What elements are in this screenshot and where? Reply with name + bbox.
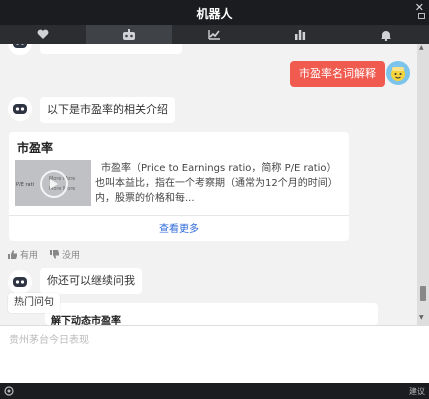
card-title: 市盈率 (17, 141, 54, 155)
useful-label: 有用 (20, 251, 39, 261)
thumbs-up-icon (8, 250, 17, 259)
bar-chart-icon (295, 30, 306, 40)
scrollbar-thumb[interactable] (420, 286, 426, 301)
previous-message-bubble (40, 44, 182, 54)
scrollbar[interactable]: ▲ ▼ (417, 44, 429, 325)
useless-label: 没用 (62, 251, 81, 261)
tab-trend[interactable] (172, 25, 258, 44)
message-input-area[interactable]: 贵州茅台今日表现 (0, 325, 429, 383)
bot-intro-bubble: 以下是市盈率的相关介绍 (40, 97, 175, 123)
robot-icon (13, 44, 27, 48)
scroll-up-icon[interactable]: ▲ (419, 44, 424, 51)
video-thumbnail[interactable]: P/E rati More More More More (15, 160, 91, 206)
minimize-icon[interactable] (418, 13, 425, 19)
tab-bar (0, 25, 429, 44)
chat-area[interactable]: 市盈率名词解释 以下是市盈率的相关介绍 市盈率 P/E rati More Mo… (0, 44, 429, 325)
status-bar: 建议 (0, 383, 429, 399)
robot-icon (13, 104, 27, 114)
suggest-button[interactable]: 建议 (409, 386, 425, 397)
settings-circle-icon[interactable] (4, 386, 14, 396)
tab-robot[interactable] (85, 25, 172, 44)
partial-message-text: 解下动态市盈率 (51, 316, 121, 325)
partial-message-bubble: 解下动态市盈率 (45, 303, 378, 325)
window-title: 机器人 (196, 7, 233, 21)
message-input-placeholder[interactable]: 贵州茅台今日表现 (9, 331, 89, 346)
bot-followup-bubble: 你还可以继续问我 (40, 268, 142, 294)
thumbnail-text: P/E rati (16, 182, 34, 188)
bell-icon (381, 30, 392, 41)
heart-icon (37, 29, 49, 39)
thumbs-down-icon (50, 250, 59, 259)
card-description: 市盈率（Price to Earnings ratio，简称 P/E ratio… (95, 163, 338, 204)
bot-avatar (8, 97, 32, 121)
tab-chart[interactable] (257, 25, 343, 44)
title-bar: 机器人 ✕ (0, 0, 429, 25)
play-icon[interactable] (40, 170, 68, 198)
useless-button[interactable]: 没用 (50, 248, 80, 261)
useful-button[interactable]: 有用 (8, 248, 38, 261)
robot-icon (13, 277, 27, 287)
robot-icon (122, 28, 135, 40)
user-avatar (386, 61, 410, 85)
info-card: 市盈率 P/E rati More More More More 市盈率（Pri… (9, 132, 349, 241)
user-message-bubble: 市盈率名词解释 (290, 61, 385, 87)
scroll-down-icon[interactable]: ▼ (419, 314, 424, 321)
bot-avatar (8, 44, 32, 55)
trend-chart-icon (208, 30, 220, 40)
tab-notifications[interactable] (343, 25, 429, 44)
tab-favorites[interactable] (0, 25, 86, 44)
emoji-face-icon (391, 67, 405, 81)
bot-avatar (8, 270, 32, 294)
divider (9, 215, 349, 216)
hot-questions-button[interactable]: 热门问句 (8, 293, 60, 313)
view-more-link[interactable]: 查看更多 (9, 220, 349, 235)
